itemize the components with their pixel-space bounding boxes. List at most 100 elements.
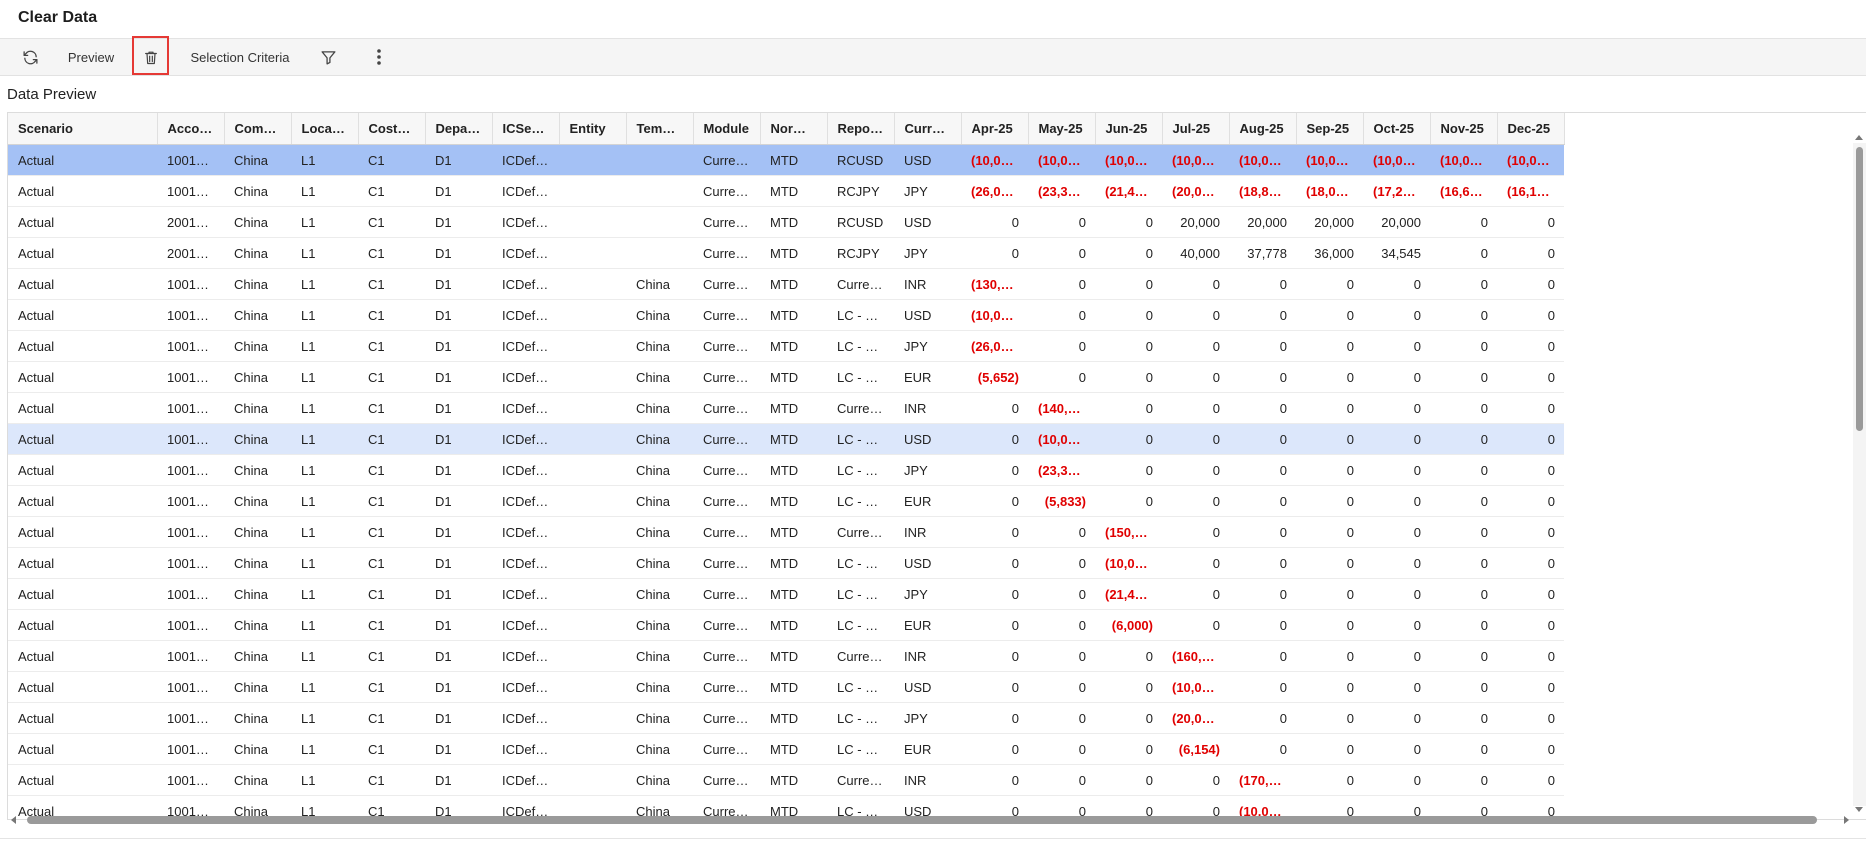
vertical-scroll-thumb[interactable]: [1856, 147, 1863, 431]
table-cell: China: [224, 454, 291, 486]
table-row[interactable]: Actual 10010_I... China L1 C1 D1 ICDefault Chin…: [8, 299, 1564, 331]
table-row[interactable]: Actual 10010_I... China L1 C1 D1 ICDefault Chin…: [8, 764, 1564, 796]
table-cell: D1: [425, 454, 492, 486]
table-row[interactable]: Actual 10010_I... China L1 C1 D1 ICDefault Curr…: [8, 175, 1564, 207]
table-cell: RCUSD: [827, 144, 894, 176]
more-options-button[interactable]: [363, 39, 395, 75]
table-row[interactable]: Actual 10010_I... China L1 C1 D1 ICDefault Chin…: [8, 733, 1564, 765]
table-row[interactable]: Actual 10010_I... China L1 C1 D1 ICDefault Chin…: [8, 671, 1564, 703]
column-header[interactable]: Location: [291, 113, 359, 145]
table-cell: 0: [1497, 237, 1564, 269]
column-header[interactable]: Jun-25: [1095, 113, 1163, 145]
table-cell: [559, 361, 626, 393]
column-header[interactable]: Module: [693, 113, 761, 145]
column-header[interactable]: Aug-25: [1229, 113, 1297, 145]
column-header[interactable]: Nov-25: [1430, 113, 1498, 145]
horizontal-scroll-thumb[interactable]: [27, 816, 1817, 824]
column-header[interactable]: Sep-25: [1296, 113, 1364, 145]
column-header[interactable]: Currency: [894, 113, 962, 145]
table-cell: 0: [961, 237, 1028, 269]
column-header[interactable]: Company: [224, 113, 292, 145]
table-cell: 0: [1162, 609, 1229, 641]
table-cell: 37,778: [1229, 237, 1296, 269]
column-header[interactable]: CostCe...: [358, 113, 426, 145]
selection-criteria-button[interactable]: Selection Criteria: [182, 39, 298, 75]
table-cell: [626, 206, 693, 238]
table-cell: ICDefault: [492, 361, 559, 393]
scroll-up-icon[interactable]: [1855, 135, 1863, 140]
table-cell: MTD: [760, 392, 827, 424]
table-cell: 0: [1363, 764, 1430, 796]
table-row[interactable]: Actual 10010_I... China L1 C1 D1 ICDefault Chin…: [8, 516, 1564, 548]
column-header[interactable]: Entity: [559, 113, 627, 145]
column-header[interactable]: Apr-25: [961, 113, 1029, 145]
table-row[interactable]: Actual 10010_I... China L1 C1 D1 ICDefault Chin…: [8, 702, 1564, 734]
table-cell: 0: [1229, 392, 1296, 424]
table-cell: C1: [358, 578, 425, 610]
refresh-button[interactable]: [14, 39, 46, 75]
table-row[interactable]: Actual 10010_I... China L1 C1 D1 ICDefault Chin…: [8, 578, 1564, 610]
table-cell: 0: [1497, 640, 1564, 672]
table-cell: China: [224, 640, 291, 672]
table-row[interactable]: Actual 10010_I... China L1 C1 D1 ICDefault Chin…: [8, 268, 1564, 300]
more-vertical-icon: [376, 48, 382, 66]
table-cell: 0: [1162, 330, 1229, 362]
table-cell: D1: [425, 237, 492, 269]
table-cell: [626, 175, 693, 207]
horizontal-scrollbar[interactable]: [7, 814, 1853, 826]
scroll-right-icon[interactable]: [1844, 816, 1849, 824]
table-cell: 0: [1296, 361, 1363, 393]
column-header[interactable]: Oct-25: [1363, 113, 1431, 145]
column-header[interactable]: Dec-25: [1497, 113, 1565, 145]
scroll-down-icon[interactable]: [1855, 807, 1863, 812]
table-cell: D1: [425, 361, 492, 393]
table-row[interactable]: Actual 10010_I... China L1 C1 D1 ICDefault Chin…: [8, 392, 1564, 424]
table-cell: LC - CC ...: [827, 485, 894, 517]
table-cell: 0: [1028, 733, 1095, 765]
vertical-scrollbar[interactable]: [1853, 135, 1866, 812]
table-row[interactable]: Actual 10010_I... China L1 C1 D1 ICDefault Chin…: [8, 330, 1564, 362]
table-cell: ICDefault: [492, 392, 559, 424]
column-header[interactable]: Jul-25: [1162, 113, 1230, 145]
column-header[interactable]: Scenario: [8, 113, 158, 145]
column-header[interactable]: Template: [626, 113, 694, 145]
table-row[interactable]: Actual 10010_I... China L1 C1 D1 ICDefault Chin…: [8, 423, 1564, 455]
table-row[interactable]: Actual 10010_I... China L1 C1 D1 ICDefault Chin…: [8, 547, 1564, 579]
table-row[interactable]: Actual 10010_I... China L1 C1 D1 ICDefault Chin…: [8, 361, 1564, 393]
filter-button[interactable]: [312, 39, 344, 75]
column-header[interactable]: May-25: [1028, 113, 1096, 145]
table-cell: 10010_I...: [157, 764, 224, 796]
table-cell: D1: [425, 671, 492, 703]
table-cell: 0: [1296, 485, 1363, 517]
table-cell: 0: [961, 392, 1028, 424]
preview-button[interactable]: Preview: [58, 39, 124, 75]
table-cell: 0: [1430, 671, 1497, 703]
table-cell: D1: [425, 144, 492, 176]
table-row[interactable]: Actual 10010_I... China L1 C1 D1 ICDefault Chin…: [8, 485, 1564, 517]
column-header[interactable]: Depart...: [425, 113, 493, 145]
table-cell: (26,000): [961, 175, 1028, 207]
table-cell: MTD: [760, 764, 827, 796]
table-row[interactable]: Actual 20010_E... China L1 C1 D1 ICDefault Curr…: [8, 237, 1564, 269]
table-cell: 0: [1363, 268, 1430, 300]
delete-button[interactable]: [135, 39, 167, 75]
table-row[interactable]: Actual 20010_E... China L1 C1 D1 ICDefault Curr…: [8, 206, 1564, 238]
table-row[interactable]: Actual 10010_I... China L1 C1 D1 ICDefault Chin…: [8, 454, 1564, 486]
table-cell: Currenc...: [693, 764, 760, 796]
table-cell: C1: [358, 392, 425, 424]
table-cell: ICDefault: [492, 516, 559, 548]
table-cell: 0: [1028, 764, 1095, 796]
column-header[interactable]: Reporti...: [827, 113, 895, 145]
scroll-left-icon[interactable]: [11, 816, 16, 824]
table-row[interactable]: Actual 10010_I... China L1 C1 D1 ICDefault Chin…: [8, 640, 1564, 672]
table-cell: 0: [1497, 361, 1564, 393]
table-row[interactable]: Actual 10010_I... China L1 C1 D1 ICDefault Curr…: [8, 144, 1564, 176]
column-header[interactable]: ICSegm...: [492, 113, 560, 145]
column-header[interactable]: Normal...: [760, 113, 828, 145]
table-row[interactable]: Actual 10010_I... China L1 C1 D1 ICDefault Chin…: [8, 609, 1564, 641]
table-cell: 0: [1296, 268, 1363, 300]
table-cell: 0: [961, 516, 1028, 548]
table-cell: [559, 485, 626, 517]
table-cell: 0: [1363, 640, 1430, 672]
column-header[interactable]: Account: [157, 113, 225, 145]
